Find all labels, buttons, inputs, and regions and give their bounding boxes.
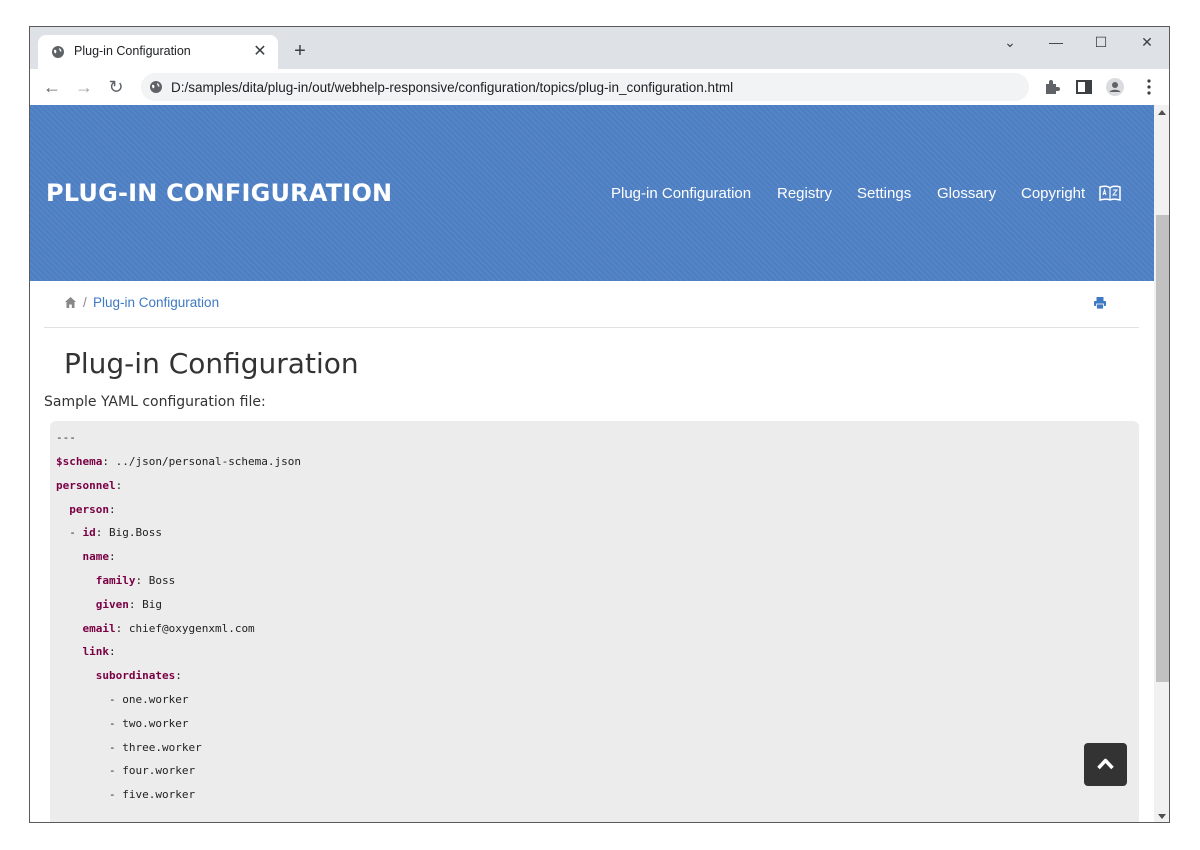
code-line: name: bbox=[56, 550, 116, 563]
nav-item-settings[interactable]: Settings bbox=[857, 185, 911, 202]
address-bar[interactable] bbox=[141, 73, 1029, 101]
nav-item-copyright[interactable]: Copyright bbox=[1021, 185, 1085, 202]
tab-title: Plug-in Configuration bbox=[74, 44, 191, 58]
code-line: subordinates: bbox=[56, 669, 182, 682]
forward-button[interactable]: → bbox=[73, 76, 95, 98]
maximize-button[interactable]: ☐ bbox=[1081, 31, 1121, 53]
globe-icon bbox=[52, 46, 64, 58]
nav-item-glossary[interactable]: Glossary bbox=[937, 185, 996, 202]
site-header: PLUG-IN CONFIGURATION Plug-in Configurat… bbox=[30, 105, 1154, 281]
puzzle-icon[interactable] bbox=[1042, 77, 1062, 97]
page-title: Plug-in Configuration bbox=[64, 347, 359, 380]
code-line: personnel: bbox=[56, 479, 123, 492]
kebab-menu-icon[interactable] bbox=[1139, 77, 1159, 97]
tab-search-dropdown-icon[interactable]: ⌄ bbox=[990, 31, 1030, 53]
scrollbar-thumb[interactable] bbox=[1156, 215, 1169, 682]
intro-text: Sample YAML configuration file: bbox=[44, 394, 266, 410]
page-viewport: PLUG-IN CONFIGURATION Plug-in Configurat… bbox=[30, 105, 1154, 822]
code-line: - id: Big.Boss bbox=[56, 526, 162, 539]
back-to-top-button[interactable] bbox=[1084, 743, 1127, 786]
site-title[interactable]: PLUG-IN CONFIGURATION bbox=[46, 179, 392, 207]
browser-tab[interactable]: Plug-in Configuration ✕ bbox=[38, 35, 278, 69]
breadcrumb-divider bbox=[44, 327, 1139, 328]
new-tab-button[interactable]: + bbox=[289, 40, 311, 62]
close-window-button[interactable]: ✕ bbox=[1127, 31, 1167, 53]
breadcrumb-separator: / bbox=[83, 295, 87, 310]
code-line: $schema: ../json/personal-schema.json bbox=[56, 455, 302, 468]
home-icon[interactable] bbox=[64, 296, 77, 309]
tab-strip: Plug-in Configuration ✕ + ⌄ — ☐ ✕ bbox=[30, 27, 1169, 69]
scroll-up-icon[interactable] bbox=[1158, 110, 1166, 115]
code-line: given: Big bbox=[56, 598, 162, 611]
breadcrumb-link[interactable]: Plug-in Configuration bbox=[93, 295, 219, 310]
code-line: - two.worker bbox=[56, 717, 189, 730]
side-panel-icon[interactable] bbox=[1074, 77, 1094, 97]
code-line: - three.worker bbox=[56, 741, 202, 754]
code-line: family: Boss bbox=[56, 574, 176, 587]
print-icon[interactable] bbox=[1093, 296, 1107, 310]
reload-button[interactable]: ↻ bbox=[105, 76, 127, 98]
minimize-button[interactable]: — bbox=[1036, 31, 1076, 53]
code-line: --- bbox=[56, 431, 76, 444]
chevron-up-icon bbox=[1097, 758, 1114, 770]
back-button[interactable]: ← bbox=[41, 76, 63, 98]
browser-toolbar: ← → ↻ bbox=[30, 69, 1169, 105]
code-line: - one.worker bbox=[56, 693, 189, 706]
close-tab-icon[interactable]: ✕ bbox=[250, 42, 270, 62]
code-line: - four.worker bbox=[56, 764, 196, 777]
nav-item-registry[interactable]: Registry bbox=[777, 185, 832, 202]
profile-icon[interactable] bbox=[1105, 77, 1125, 97]
code-line: person: bbox=[56, 503, 116, 516]
nav-item-plug-in-configuration[interactable]: Plug-in Configuration bbox=[611, 185, 751, 202]
browser-window: Plug-in Configuration ✕ + ⌄ — ☐ ✕ ← → ↻ bbox=[29, 26, 1170, 823]
code-line: email: chief@oxygenxml.com bbox=[56, 622, 255, 635]
dictionary-icon[interactable] bbox=[1099, 185, 1121, 201]
code-block: --- $schema: ../json/personal-schema.jso… bbox=[50, 421, 1139, 822]
code-line: - five.worker bbox=[56, 788, 196, 801]
scroll-down-icon[interactable] bbox=[1158, 814, 1166, 819]
code-line: link: bbox=[56, 645, 116, 658]
page-scrollbar[interactable] bbox=[1154, 105, 1169, 822]
url-input[interactable] bbox=[171, 73, 1011, 101]
globe-icon[interactable] bbox=[149, 80, 163, 94]
